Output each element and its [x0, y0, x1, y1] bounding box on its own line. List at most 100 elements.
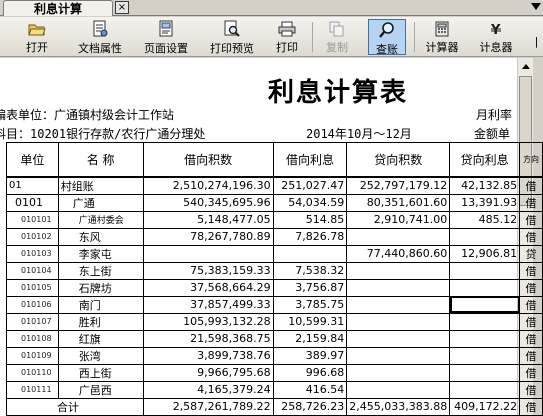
name-cell[interactable]: 东上街 — [57, 261, 144, 280]
credit-accumulation-cell[interactable] — [346, 227, 451, 246]
direction-cell[interactable]: 借 — [519, 312, 543, 331]
debit-interest-cell[interactable]: 514.85 — [272, 210, 348, 229]
credit-interest-cell[interactable] — [449, 346, 521, 365]
unit-code-cell[interactable]: 010108 — [6, 329, 59, 348]
direction-cell[interactable]: 借 — [519, 329, 543, 348]
debit-interest-cell[interactable] — [272, 244, 348, 263]
credit-interest-cell[interactable]: 485.12 — [449, 210, 521, 229]
credit-interest-cell-selected[interactable] — [449, 295, 521, 314]
debit-interest-cell[interactable]: 389.97 — [272, 346, 348, 365]
tab-interest-calculation[interactable]: 利息计算 — [3, 0, 113, 16]
direction-cell[interactable]: 借 — [519, 380, 543, 399]
credit-accumulation-cell[interactable] — [346, 278, 451, 297]
debit-accumulation-cell[interactable]: 105,993,132.28 — [142, 312, 274, 331]
print-button[interactable]: 打印 — [270, 19, 304, 55]
debit-accumulation-cell[interactable]: 3,899,738.76 — [142, 346, 274, 365]
name-cell[interactable]: 东风 — [57, 227, 144, 246]
table-row[interactable]: 010104 东上街 75,383,159.33 7,538.32 借 — [6, 261, 543, 280]
copy-button[interactable]: 复制 — [320, 19, 354, 55]
direction-cell[interactable]: 借 — [519, 261, 543, 280]
credit-interest-cell[interactable]: 42,132.85 — [449, 175, 521, 195]
debit-accumulation-cell[interactable]: 78,267,780.89 — [142, 227, 274, 246]
table-row[interactable]: 010102 东风 78,267,780.89 7,826.78 借 — [6, 227, 543, 246]
unit-code-cell[interactable]: 010103 — [6, 244, 59, 263]
direction-cell[interactable]: 借 — [519, 346, 543, 365]
direction-cell[interactable]: 借 — [519, 278, 543, 297]
unit-code-cell[interactable]: 010106 — [6, 295, 59, 314]
debit-accumulation-cell[interactable]: 5,148,477.05 — [142, 210, 274, 229]
total-direction-cell[interactable]: 借 — [519, 397, 543, 416]
document-properties-button[interactable]: 文档属性 — [72, 19, 128, 55]
credit-interest-cell[interactable] — [449, 278, 521, 297]
table-row[interactable]: 010110 西上街 9,966,795.68 996.68 借 — [6, 363, 543, 382]
scroll-up-arrow-icon[interactable] — [522, 64, 530, 69]
unit-code-cell[interactable]: 010107 — [6, 312, 59, 331]
debit-interest-cell[interactable]: 7,538.32 — [272, 261, 348, 280]
table-row[interactable]: 010101 广通村委会 5,148,477.05 514.85 2,910,7… — [6, 210, 543, 229]
table-row[interactable]: 010107 胜利 105,993,132.28 10,599.31 借 — [6, 312, 543, 331]
debit-interest-cell[interactable]: 996.68 — [272, 363, 348, 382]
debit-accumulation-cell[interactable]: 21,598,368.75 — [142, 329, 274, 348]
tab-close-button[interactable]: × — [115, 1, 129, 14]
unit-code-cell[interactable]: 01 — [6, 175, 59, 195]
table-row[interactable]: 01 村组账 2,510,274,196.30 251,027.47 252,7… — [6, 175, 543, 195]
table-row[interactable]: 010106 南门 37,857,499.33 3,785.75 借 — [6, 295, 543, 314]
unit-code-cell[interactable]: 010111 — [6, 380, 59, 399]
credit-accumulation-cell[interactable] — [346, 363, 451, 382]
table-row[interactable]: 010111 广邑西 4,165,379.24 416.54 借 — [6, 380, 543, 399]
table-total-row[interactable]: 合计 2,587,261,789.22 258,726.23 2,455,033… — [6, 397, 543, 416]
name-cell[interactable]: 广通村委会 — [57, 210, 144, 229]
debit-interest-cell[interactable]: 416.54 — [272, 380, 348, 399]
credit-accumulation-cell[interactable] — [346, 329, 451, 348]
table-row[interactable]: 010103 李家屯 77,440,860.60 12,906.81 贷 — [6, 244, 543, 263]
direction-cell[interactable]: 借 — [519, 210, 543, 229]
credit-interest-cell[interactable] — [449, 329, 521, 348]
credit-interest-cell[interactable] — [449, 227, 521, 246]
total-credit-accumulation-cell[interactable]: 2,455,033,383.88 — [346, 397, 451, 416]
direction-cell[interactable]: 借 — [519, 175, 543, 195]
direction-cell[interactable]: 借 — [519, 363, 543, 382]
name-cell[interactable]: 西上街 — [57, 363, 144, 382]
toolbar-overflow[interactable]: | — [530, 19, 543, 55]
credit-accumulation-cell[interactable]: 80,351,601.60 — [346, 193, 451, 212]
debit-accumulation-cell[interactable]: 2,510,274,196.30 — [142, 175, 274, 195]
total-credit-interest-cell[interactable]: 409,172.22 — [449, 397, 521, 416]
debit-interest-cell[interactable]: 7,826.78 — [272, 227, 348, 246]
debit-accumulation-cell[interactable] — [142, 244, 274, 263]
credit-accumulation-cell[interactable]: 2,910,741.00 — [346, 210, 451, 229]
name-cell[interactable]: 红旗 — [57, 329, 144, 348]
debit-accumulation-cell[interactable]: 37,857,499.33 — [142, 295, 274, 314]
open-button[interactable]: 打开 — [20, 19, 54, 55]
credit-interest-cell[interactable]: 12,906.81 — [449, 244, 521, 263]
name-cell[interactable]: 村组账 — [57, 175, 144, 195]
debit-interest-cell[interactable]: 3,785.75 — [272, 295, 348, 314]
debit-accumulation-cell[interactable]: 4,165,379.24 — [142, 380, 274, 399]
unit-code-cell[interactable]: 010110 — [6, 363, 59, 382]
credit-accumulation-cell[interactable]: 252,797,179.12 — [346, 175, 451, 195]
name-cell[interactable]: 李家屯 — [57, 244, 144, 263]
debit-accumulation-cell[interactable]: 9,966,795.68 — [142, 363, 274, 382]
credit-accumulation-cell[interactable]: 77,440,860.60 — [346, 244, 451, 263]
unit-code-cell[interactable]: 010105 — [6, 278, 59, 297]
credit-interest-cell[interactable] — [449, 363, 521, 382]
debit-accumulation-cell[interactable]: 540,345,695.96 — [142, 193, 274, 212]
table-row[interactable]: 0101 广通 540,345,695.96 54,034.59 80,351,… — [6, 193, 543, 212]
unit-code-cell[interactable]: 010109 — [6, 346, 59, 365]
debit-interest-cell[interactable]: 54,034.59 — [272, 193, 348, 212]
total-debit-accumulation-cell[interactable]: 2,587,261,789.22 — [142, 397, 274, 416]
table-row[interactable]: 010105 石牌坊 37,568,664.29 3,756.87 借 — [6, 278, 543, 297]
debit-interest-cell[interactable]: 3,756.87 — [272, 278, 348, 297]
table-row[interactable]: 010108 红旗 21,598,368.75 2,159.84 借 — [6, 329, 543, 348]
credit-accumulation-cell[interactable] — [346, 312, 451, 331]
debit-accumulation-cell[interactable]: 75,383,159.33 — [142, 261, 274, 280]
credit-accumulation-cell[interactable] — [346, 295, 451, 314]
debit-interest-cell[interactable]: 251,027.47 — [272, 175, 348, 195]
direction-cell[interactable]: 贷 — [519, 244, 543, 263]
debit-accumulation-cell[interactable]: 37,568,664.29 — [142, 278, 274, 297]
credit-interest-cell[interactable] — [449, 312, 521, 331]
credit-interest-cell[interactable] — [449, 261, 521, 280]
name-cell[interactable]: 张湾 — [57, 346, 144, 365]
credit-accumulation-cell[interactable] — [346, 346, 451, 365]
credit-accumulation-cell[interactable] — [346, 380, 451, 399]
direction-cell[interactable]: 借 — [519, 193, 543, 212]
